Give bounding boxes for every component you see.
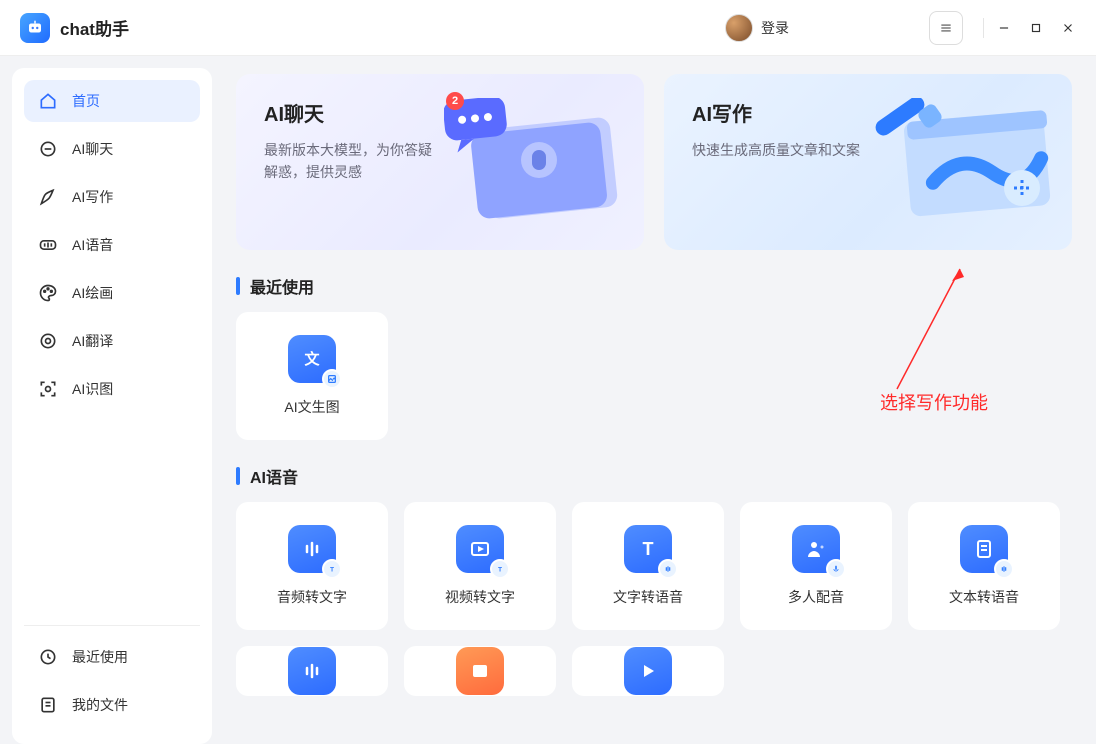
sidebar-item-label: 首页 (72, 91, 100, 111)
hero-ai-chat[interactable]: AI聊天 最新版本大模型，为你答疑解惑，提供灵感 2 (236, 74, 644, 250)
palette-icon (38, 283, 58, 303)
text-corner-icon: T (490, 559, 510, 579)
card-label: AI文生图 (284, 397, 339, 417)
hero-ai-write[interactable]: AI写作 快速生成高质量文章和文案 (664, 74, 1072, 250)
sidebar-item-voice[interactable]: AI语音 (24, 224, 200, 266)
card-video-to-text[interactable]: T 视频转文字 (404, 502, 556, 630)
audio-corner-icon (658, 559, 678, 579)
sidebar-item-label: AI识图 (72, 379, 113, 399)
svg-text:文: 文 (304, 350, 320, 368)
section-voice-title: AI语音 (236, 464, 1072, 488)
card-label: 多人配音 (788, 587, 844, 607)
sidebar-item-label: 我的文件 (72, 695, 128, 715)
minimize-button[interactable] (988, 12, 1020, 44)
sidebar-item-label: AI翻译 (72, 331, 113, 351)
svg-text:T: T (643, 539, 654, 559)
sidebar-footer-files[interactable]: 我的文件 (24, 684, 200, 726)
doc-icon (960, 525, 1008, 573)
sidebar-item-label: AI绘画 (72, 283, 113, 303)
login-button[interactable]: 登录 (761, 18, 789, 38)
hero-desc: 最新版本大模型，为你答疑解惑，提供灵感 (264, 139, 434, 184)
image-corner-icon (322, 369, 342, 389)
card-partial-1[interactable] (236, 646, 388, 696)
chat-icon (38, 139, 58, 159)
svg-text:T: T (330, 567, 334, 574)
audio-corner-icon (994, 559, 1014, 579)
sidebar-item-label: AI写作 (72, 187, 113, 207)
people-icon (792, 525, 840, 573)
text-icon: T (624, 525, 672, 573)
card-partial-2[interactable] (404, 646, 556, 696)
translate-icon (38, 331, 58, 351)
waveform-icon: T (288, 525, 336, 573)
home-icon (38, 91, 58, 111)
section-recent-title: 最近使用 (236, 274, 1072, 298)
card-label: 视频转文字 (445, 587, 515, 607)
app-logo (20, 13, 50, 43)
card-audio-to-text[interactable]: T 音频转文字 (236, 502, 388, 630)
sidebar-item-translate[interactable]: AI翻译 (24, 320, 200, 362)
sidebar-item-label: AI聊天 (72, 139, 113, 159)
sidebar-footer-recent[interactable]: 最近使用 (24, 636, 200, 678)
video-icon: T (456, 525, 504, 573)
card-partial-3[interactable] (572, 646, 724, 696)
sidebar-item-label: 最近使用 (72, 647, 128, 667)
history-icon (38, 647, 58, 667)
notification-badge: 2 (446, 92, 464, 110)
card-label: 文本转语音 (949, 587, 1019, 607)
scan-icon (38, 379, 58, 399)
text2image-icon: 文 (288, 335, 336, 383)
card-ai-text2image[interactable]: 文 AI文生图 (236, 312, 388, 440)
maximize-button[interactable] (1020, 12, 1052, 44)
sidebar-item-chat[interactable]: AI聊天 (24, 128, 200, 170)
hero-desc: 快速生成高质量文章和文案 (692, 139, 862, 161)
sidebar-item-write[interactable]: AI写作 (24, 176, 200, 218)
hero-chat-art: 2 (444, 98, 634, 228)
card-multi-voice[interactable]: 多人配音 (740, 502, 892, 630)
avatar[interactable] (725, 14, 753, 42)
text-corner-icon: T (322, 559, 342, 579)
card-text-to-voice[interactable]: 文本转语音 (908, 502, 1060, 630)
partial-icon (288, 647, 336, 695)
sidebar-item-label: AI语音 (72, 235, 113, 255)
main-content: AI聊天 最新版本大模型，为你答疑解惑，提供灵感 2 (212, 56, 1096, 744)
sidebar-item-paint[interactable]: AI绘画 (24, 272, 200, 314)
hero-write-art (872, 98, 1062, 228)
menu-button[interactable] (929, 11, 963, 45)
card-text-to-speech[interactable]: T 文字转语音 (572, 502, 724, 630)
pen-icon (38, 187, 58, 207)
app-name: chat助手 (60, 15, 129, 40)
titlebar: chat助手 登录 (0, 0, 1096, 56)
partial-icon (456, 647, 504, 695)
sidebar-item-vision[interactable]: AI识图 (24, 368, 200, 410)
partial-icon (624, 647, 672, 695)
close-button[interactable] (1052, 12, 1084, 44)
svg-text:T: T (498, 567, 502, 574)
sidebar: 首页 AI聊天 AI写作 AI语音 AI绘画 AI翻译 AI识图 (12, 68, 212, 744)
file-icon (38, 695, 58, 715)
audio-icon (38, 235, 58, 255)
mic-corner-icon (826, 559, 846, 579)
sidebar-item-home[interactable]: 首页 (24, 80, 200, 122)
card-label: 文字转语音 (613, 587, 683, 607)
card-label: 音频转文字 (277, 587, 347, 607)
